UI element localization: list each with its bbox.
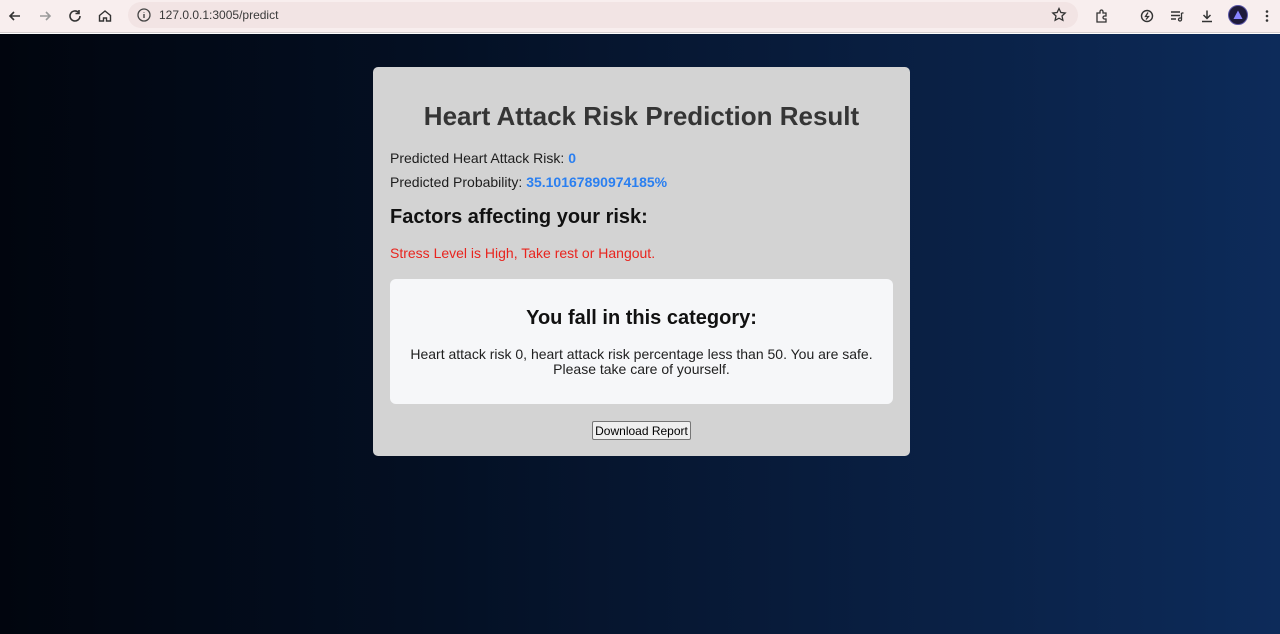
- download-report-button[interactable]: Download Report: [592, 421, 691, 440]
- page-title: Heart Attack Risk Prediction Result: [423, 101, 860, 131]
- home-icon[interactable]: [94, 5, 116, 27]
- forward-icon[interactable]: [34, 5, 56, 27]
- site-info-icon[interactable]: [136, 7, 152, 23]
- probability-value: 35.10167890974185%: [526, 174, 668, 190]
- reading-list-icon[interactable]: [1166, 5, 1188, 27]
- category-box: You fall in this category: Heart attack …: [390, 279, 893, 404]
- page-background: Heart Attack Risk Prediction Result Pred…: [0, 34, 1280, 634]
- performance-icon[interactable]: [1136, 5, 1158, 27]
- back-icon[interactable]: [4, 5, 26, 27]
- probability-line: Predicted Probability: 35.10167890974185…: [390, 174, 667, 190]
- probability-label: Predicted Probability:: [390, 174, 523, 190]
- browser-toolbar: 127.0.0.1:3005/predict: [0, 0, 1280, 33]
- extensions-icon[interactable]: [1091, 5, 1113, 27]
- risk-value: 0: [568, 150, 576, 166]
- category-text-line1: Heart attack risk 0, heart attack risk p…: [410, 346, 873, 362]
- risk-line: Predicted Heart Attack Risk: 0: [390, 150, 576, 166]
- category-text: Heart attack risk 0, heart attack risk p…: [410, 347, 873, 377]
- address-bar[interactable]: 127.0.0.1:3005/predict: [128, 2, 1078, 28]
- result-card: Heart Attack Risk Prediction Result Pred…: [373, 67, 910, 456]
- factors-heading: Factors affecting your risk:: [390, 206, 648, 228]
- reload-icon[interactable]: [64, 5, 86, 27]
- url-text[interactable]: 127.0.0.1:3005/predict: [159, 8, 278, 22]
- download-icon[interactable]: [1196, 5, 1218, 27]
- category-text-line2: Please take care of yourself.: [553, 361, 730, 377]
- risk-label: Predicted Heart Attack Risk:: [390, 150, 565, 166]
- category-heading: You fall in this category:: [526, 307, 757, 329]
- more-menu-icon[interactable]: [1256, 5, 1278, 27]
- profile-avatar[interactable]: [1228, 5, 1248, 25]
- factor-item: Stress Level is High, Take rest or Hango…: [390, 245, 656, 261]
- bookmark-star-icon[interactable]: [1050, 6, 1068, 24]
